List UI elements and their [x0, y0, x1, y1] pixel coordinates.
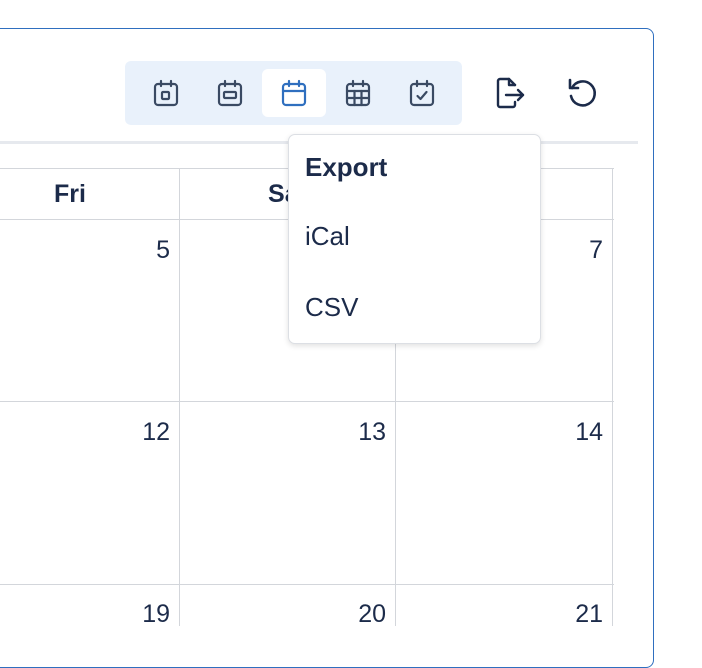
day-header-fri: Fri [54, 179, 86, 208]
calendar-month-icon [281, 79, 307, 107]
year-view-button[interactable] [326, 69, 390, 117]
week-view-button[interactable] [198, 69, 262, 117]
export-icon [496, 77, 525, 109]
calendar-check-icon [409, 79, 435, 107]
export-ical-item[interactable]: iCal [305, 221, 350, 252]
export-button[interactable] [488, 71, 532, 115]
export-csv-item[interactable]: CSV [305, 292, 358, 323]
day-cell-number[interactable]: 21 [543, 600, 603, 629]
refresh-icon [568, 78, 596, 107]
agenda-view-button[interactable] [390, 69, 454, 117]
month-view-button[interactable] [262, 69, 326, 117]
day-cell-number[interactable]: 13 [326, 418, 386, 447]
day-cell-number[interactable]: 20 [326, 600, 386, 629]
refresh-button[interactable] [560, 71, 604, 115]
day-cell-number[interactable]: 5 [110, 236, 170, 265]
day-cell-number[interactable]: 12 [110, 418, 170, 447]
export-dropdown: Export iCal CSV [288, 134, 541, 344]
calendar-week-icon [217, 79, 243, 107]
day-cell-number[interactable]: 7 [543, 236, 603, 265]
calendar-day-icon [153, 79, 179, 107]
export-menu-title: Export [305, 152, 388, 182]
day-cell-number[interactable]: 14 [543, 418, 603, 447]
day-cell-number[interactable]: 19 [110, 600, 170, 629]
calendar-grid-icon [345, 79, 371, 107]
view-switcher [125, 61, 462, 125]
day-view-button[interactable] [134, 69, 198, 117]
